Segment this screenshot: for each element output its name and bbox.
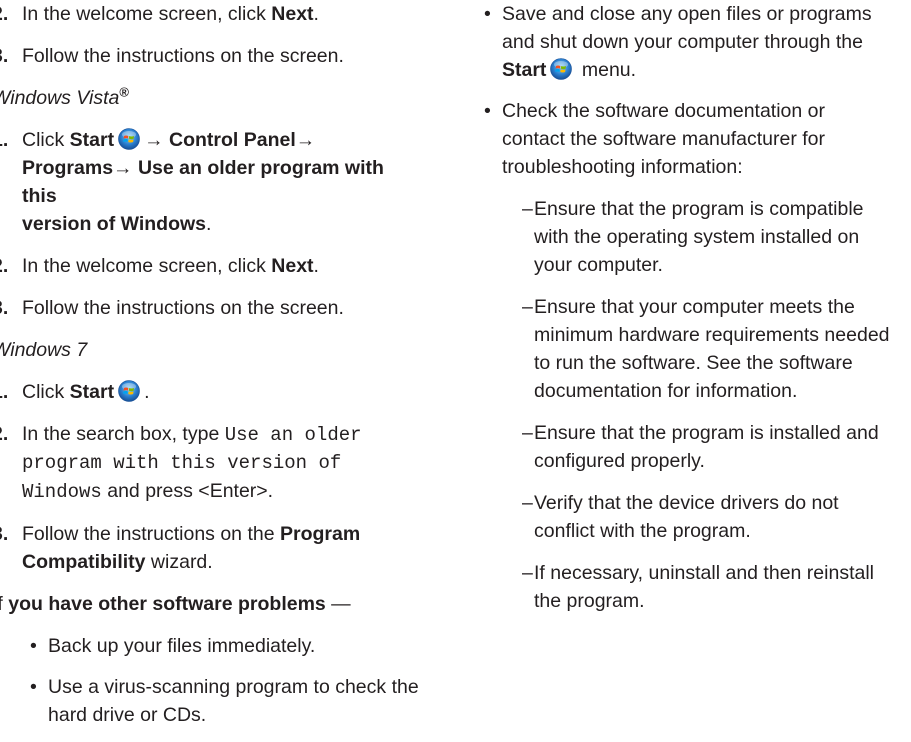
dash-text: If necessary, uninstall and then reinsta… — [534, 562, 874, 584]
dash-text: the program. — [534, 590, 645, 612]
next-label: Next — [271, 3, 314, 25]
registered-mark: ® — [119, 84, 129, 100]
dash-text: configured properly. — [534, 450, 705, 472]
step-punct: . — [144, 381, 150, 403]
step-text: Follow the instructions on the screen. — [22, 45, 344, 67]
dash-item-reinstall: – If necessary, uninstall and then reins… — [522, 559, 908, 615]
bullet-glyph: • — [484, 3, 491, 25]
dash-glyph: – — [522, 492, 533, 514]
start-label: Start — [69, 129, 115, 151]
bullet-glyph: • — [30, 676, 37, 698]
win7-step-3: 3. Follow the instructions on the Progra… — [0, 520, 422, 576]
step-number: 2. — [0, 3, 9, 25]
step-number: 1. — [0, 129, 9, 151]
program-label: Program — [279, 523, 361, 545]
troubleshooting-sublist: – Ensure that the program is compatible … — [502, 195, 908, 615]
start-label: Start — [69, 381, 115, 403]
step-text: In the search box, type — [22, 423, 225, 445]
windows-start-orb-icon — [118, 380, 140, 402]
path-version-of-windows: version of Windows — [22, 213, 207, 235]
dash-text: minimum hardware requirements needed — [534, 324, 890, 346]
step-number: 2. — [0, 255, 9, 277]
heading-text: Windows 7 — [0, 339, 88, 361]
windows-7-heading: Windows 7 — [0, 336, 422, 364]
dash-item-installed: – Ensure that the program is installed a… — [522, 419, 908, 475]
dash-text: Ensure that the program is compatible — [534, 198, 864, 220]
bullet-glyph: • — [30, 635, 37, 657]
bullet-virus-scan: • Use a virus-scanning program to check … — [30, 673, 422, 729]
step-text: and press <Enter>. — [101, 480, 274, 502]
bullet-text: Back up your files immediately. — [48, 635, 316, 657]
windows-start-orb-icon — [118, 128, 140, 150]
xp-step-3: 3. Follow the instructions on the screen… — [0, 42, 422, 70]
win7-step-1: 1. Click Start. — [0, 378, 422, 406]
step-text: wizard. — [145, 551, 213, 573]
bullet-text: Save and close any open files or program… — [502, 3, 872, 25]
bullet-text: hard drive or CDs. — [48, 704, 207, 726]
windows-vista-heading: Windows Vista® — [0, 84, 422, 112]
heading-text: Windows Vista — [0, 87, 120, 109]
step-punct: . — [313, 3, 319, 25]
bullet-text: Check the software documentation or — [502, 100, 826, 122]
heading-dash: — — [325, 593, 351, 615]
bullet-check-docs: • Check the software documentation or co… — [484, 97, 908, 615]
step-number: 2. — [0, 423, 9, 445]
vista-step-2: 2. In the welcome screen, click Next. — [0, 252, 422, 280]
step-text: Follow the instructions on the — [22, 523, 280, 545]
bullet-text: and shut down your computer through the — [502, 31, 863, 53]
dash-text: to run the software. See the software — [534, 352, 853, 374]
bullet-save-close: • Save and close any open files or progr… — [484, 0, 908, 84]
xp-step-2: 2. In the welcome screen, click Next. — [0, 0, 422, 28]
win7-step-2: 2. In the search box, type Use an older … — [0, 420, 422, 506]
dash-glyph: – — [522, 422, 533, 444]
dash-text: documentation for information. — [534, 380, 798, 402]
next-label: Next — [271, 255, 314, 277]
vista-step-1: 1. Click Start → Control Panel→ Programs→… — [0, 126, 422, 238]
search-phrase-code: program with this version of — [22, 452, 342, 474]
dash-glyph: – — [522, 198, 533, 220]
dash-item-drivers: – Verify that the device drivers do not … — [522, 489, 908, 545]
step-number: 3. — [0, 523, 9, 545]
step-number: 1. — [0, 381, 9, 403]
vista-step-3: 3. Follow the instructions on the screen… — [0, 294, 422, 322]
dash-text: Verify that the device drivers do not — [534, 492, 839, 514]
dash-text: with the operating system installed on — [534, 226, 860, 248]
step-text: Click — [22, 129, 70, 151]
step-number: 3. — [0, 297, 9, 319]
search-phrase-code: Windows — [22, 481, 102, 503]
bullet-backup: • Back up your files immediately. — [30, 632, 422, 660]
step-text: In the welcome screen, click — [22, 3, 272, 25]
dash-item-compatible: – Ensure that the program is compatible … — [522, 195, 908, 279]
search-phrase-code: Use an older — [224, 424, 362, 446]
step-number: 3. — [0, 45, 9, 67]
compatibility-label: Compatibility — [22, 551, 146, 573]
path-control-panel: → Control Panel→ — [144, 129, 316, 151]
bullet-text: troubleshooting information: — [502, 156, 743, 178]
dash-text: conflict with the program. — [534, 520, 751, 542]
bullet-text: menu. — [581, 59, 637, 81]
bullet-text: contact the software manufacturer for — [502, 128, 825, 150]
other-software-problems-heading: If you have other software problems — — [0, 590, 422, 618]
dash-glyph: – — [522, 296, 533, 318]
right-column: • Save and close any open files or progr… — [484, 0, 908, 629]
path-programs: Programs→ Use an older program with this — [22, 157, 384, 207]
step-punct: . — [313, 255, 319, 277]
windows-start-orb-icon — [550, 58, 572, 80]
start-label: Start — [502, 59, 547, 81]
bullet-glyph: • — [484, 100, 491, 122]
dash-glyph: – — [522, 562, 533, 584]
dash-text: Ensure that your computer meets the — [534, 296, 855, 318]
step-text: Click — [22, 381, 70, 403]
step-text: In the welcome screen, click — [22, 255, 272, 277]
left-column: 2. In the welcome screen, click Next. 3.… — [0, 0, 422, 742]
bullet-text: Use a virus-scanning program to check th… — [48, 676, 419, 698]
dash-text: your computer. — [534, 254, 663, 276]
dash-text: Ensure that the program is installed and — [534, 422, 879, 444]
heading-bold: you have other software problems — [8, 593, 326, 615]
dash-item-hardware: – Ensure that your computer meets the mi… — [522, 293, 908, 405]
step-punct: . — [206, 213, 212, 235]
step-text: Follow the instructions on the screen. — [22, 297, 344, 319]
